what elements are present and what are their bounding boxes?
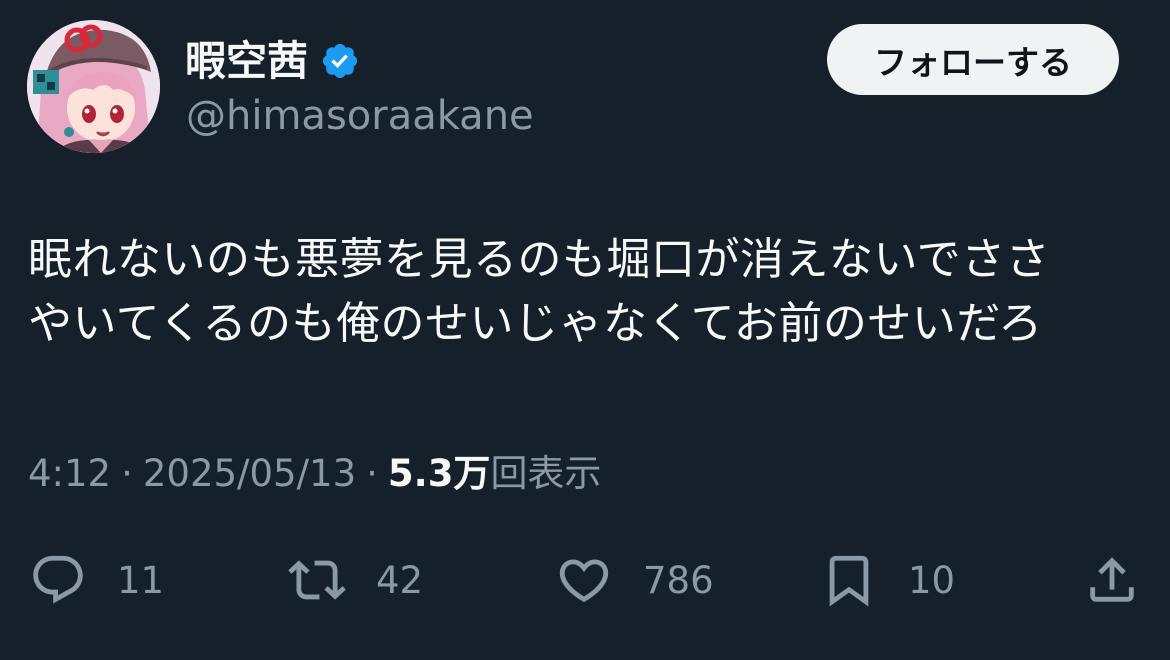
retweet-count: 42	[376, 558, 424, 602]
tweet-meta: 4:12 · 2025/05/13 · 5.3万 回表示	[28, 448, 601, 500]
follow-button[interactable]: フォローする	[827, 24, 1119, 95]
reply-button[interactable]: 11	[29, 540, 164, 620]
tweet-card: 暇空茜 @himasoraakane フォローする 眠れないのも悪夢を見るのも堀…	[0, 0, 1170, 660]
bookmark-icon	[829, 555, 869, 607]
verified-badge-icon	[322, 43, 358, 79]
reply-icon	[33, 555, 83, 604]
share-icon	[1090, 557, 1134, 602]
reply-count: 11	[117, 558, 165, 602]
meta-separator: ·	[121, 452, 133, 495]
bookmark-button[interactable]: 10	[820, 540, 955, 620]
heart-icon	[559, 559, 609, 603]
views-label: 回表示	[490, 452, 602, 495]
retweet-icon	[288, 560, 346, 600]
retweet-button[interactable]: 42	[288, 540, 423, 620]
like-count: 786	[643, 558, 714, 602]
bookmark-count: 10	[908, 558, 956, 602]
tweet-time[interactable]: 4:12	[28, 448, 111, 500]
like-button[interactable]: 786	[555, 540, 714, 620]
avatar-illustration	[27, 20, 160, 153]
share-button[interactable]	[1083, 540, 1141, 620]
display-name-text: 暇空茜	[185, 37, 308, 85]
tweet-text: 眠れないのも悪夢を見るのも堀口が消えないでささ やいてくるのも俺のせいじゃなくて…	[28, 234, 1051, 349]
tweet-date[interactable]: 2025/05/13	[143, 448, 356, 500]
user-handle[interactable]: @himasoraakane	[186, 91, 534, 141]
avatar[interactable]	[27, 20, 160, 153]
views-count[interactable]: 5.3万	[388, 448, 491, 500]
display-name[interactable]: 暇空茜	[185, 36, 360, 86]
meta-separator: ·	[366, 452, 378, 495]
action-bar: 11 42 786 10	[0, 540, 1170, 620]
